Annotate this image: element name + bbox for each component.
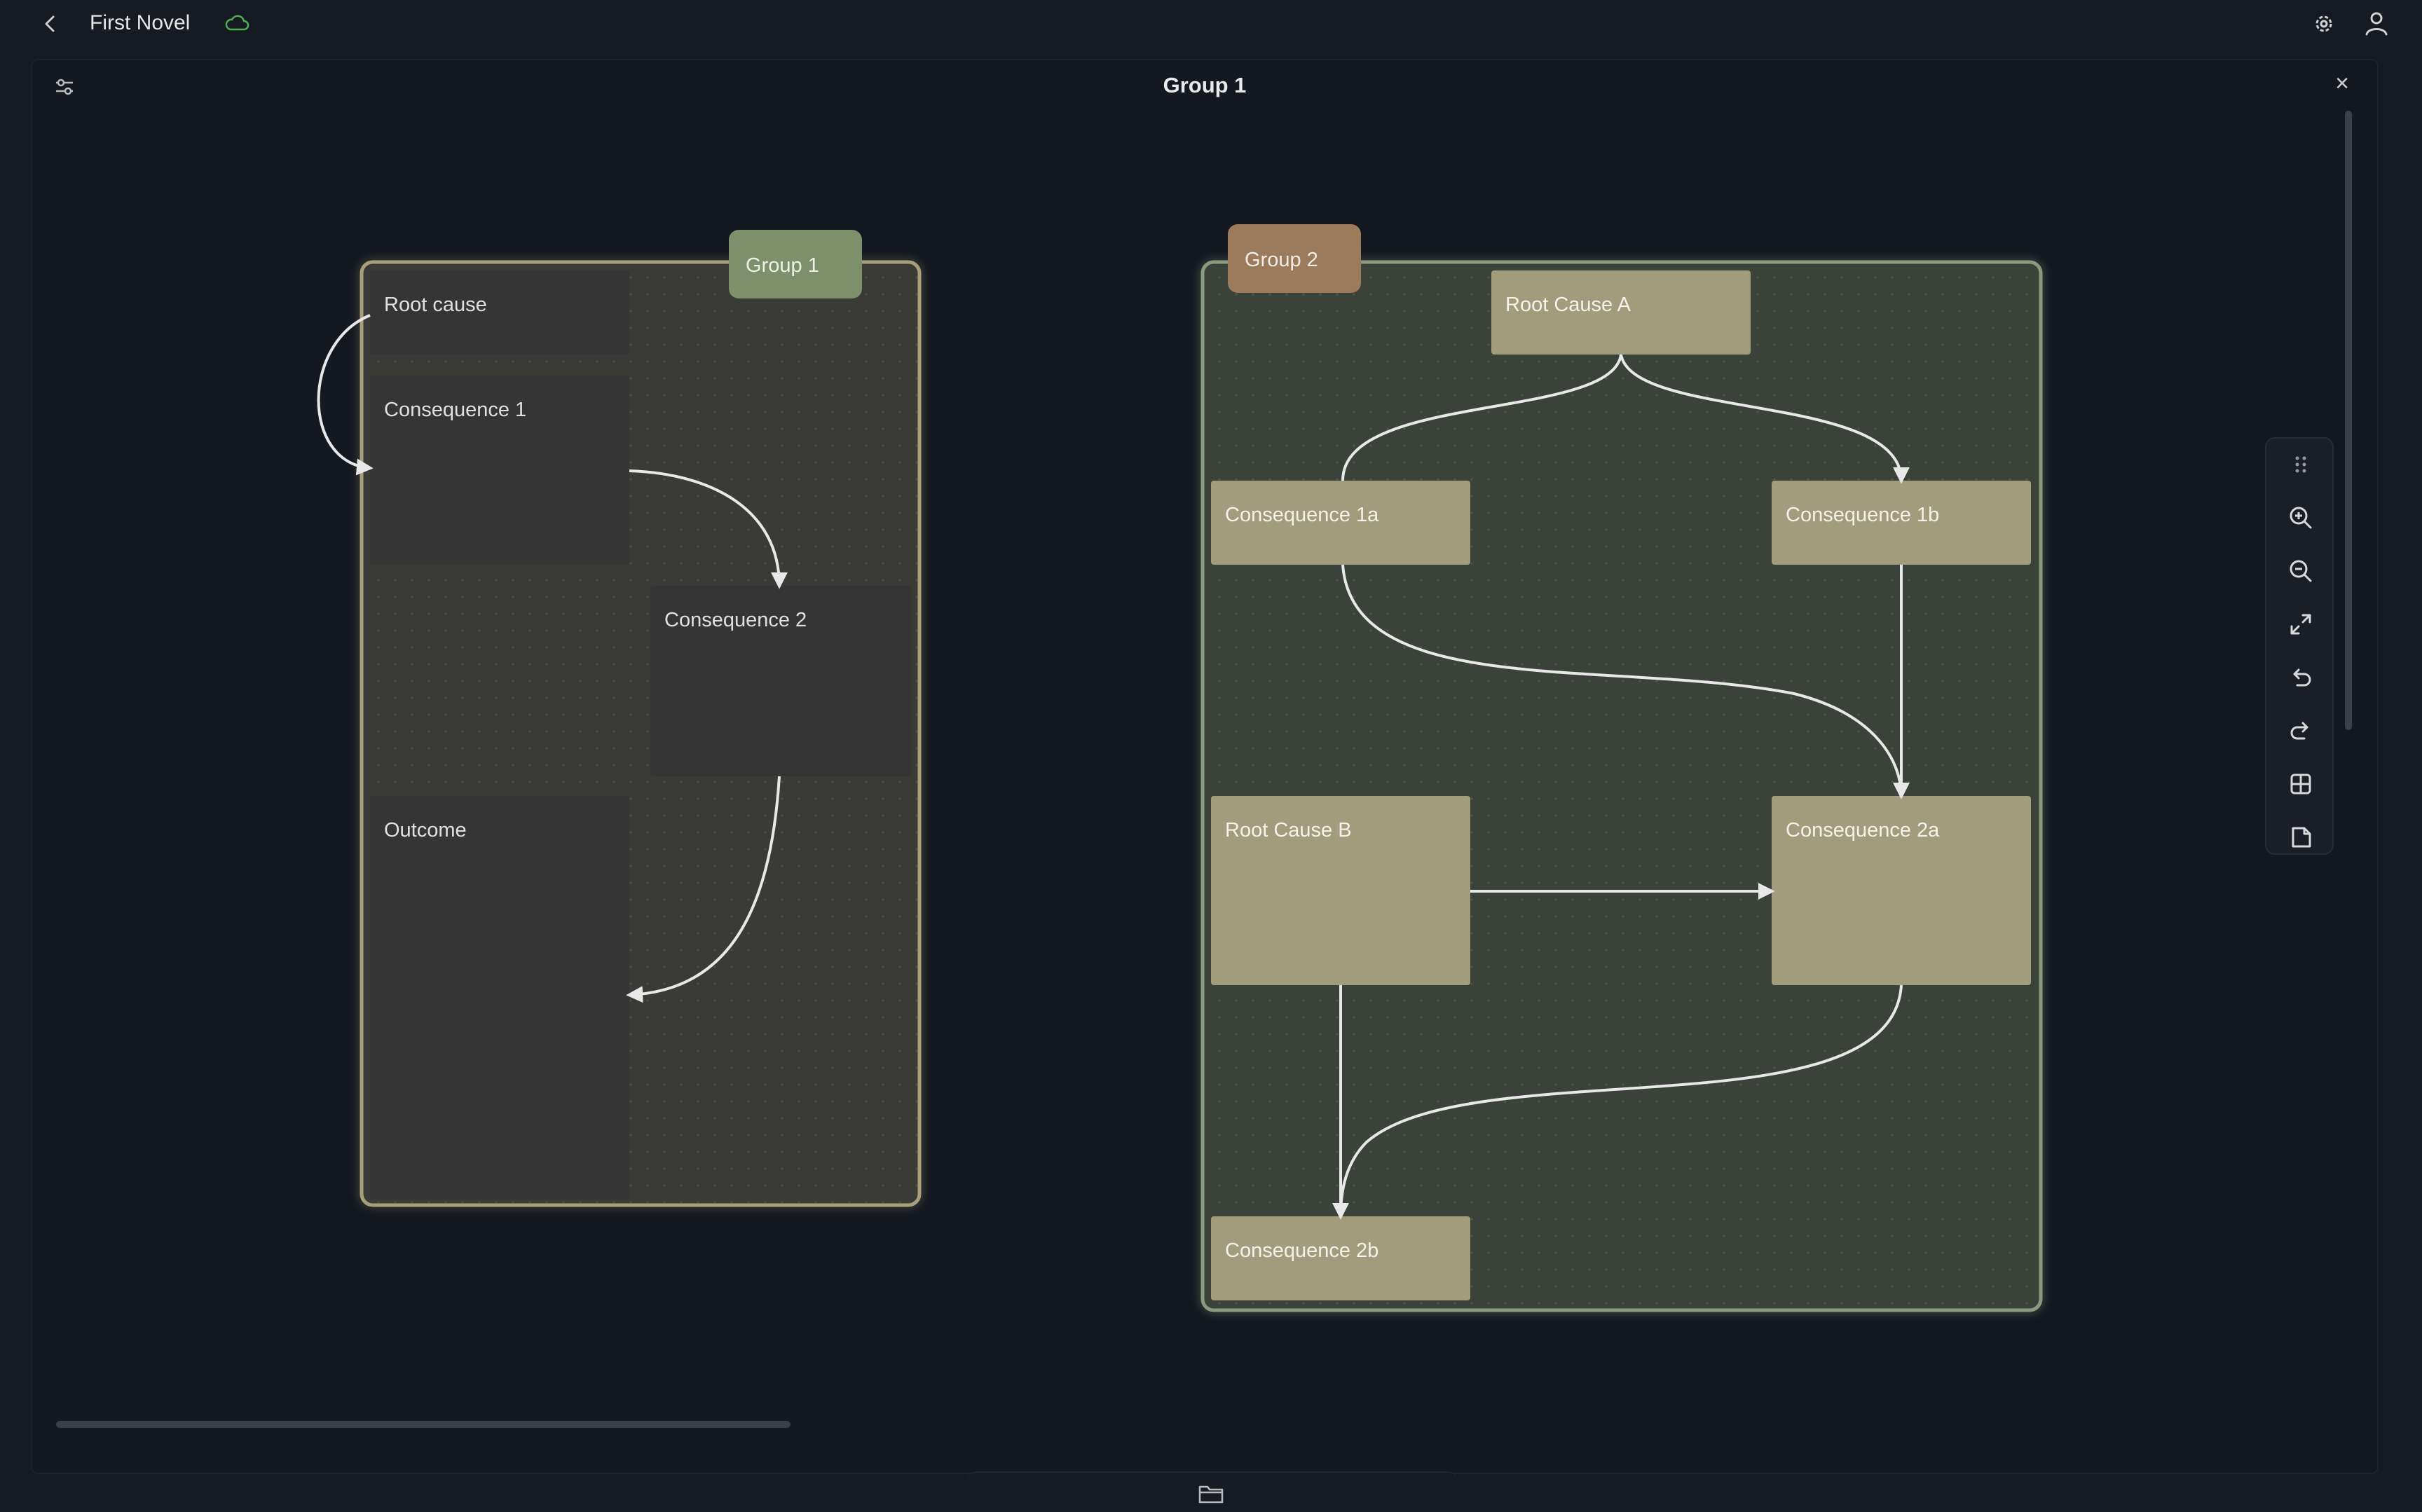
group-1-label: Group 1 xyxy=(746,254,819,277)
whiteboard-canvas[interactable]: Group 1 Root cause Consequence 1 Consequ… xyxy=(0,0,2422,1512)
card-root-cause-b-text: Root Cause B xyxy=(1225,819,1352,841)
folder-icon[interactable] xyxy=(1197,1481,1225,1505)
card-consequence-1b-text: Consequence 1b xyxy=(1786,504,1939,526)
bottom-file-tab[interactable] xyxy=(967,1471,1458,1512)
card-root-cause-text: Root cause xyxy=(384,294,487,316)
card-consequence-2b-text: Consequence 2b xyxy=(1225,1239,1378,1262)
note-icon[interactable] xyxy=(2285,821,2317,853)
grid-icon[interactable] xyxy=(2285,768,2317,800)
zoom-out-icon[interactable] xyxy=(2285,555,2317,587)
redo-icon[interactable] xyxy=(2285,715,2317,747)
drag-handle-icon[interactable] xyxy=(2285,448,2317,481)
card-consequence-2a-text: Consequence 2a xyxy=(1786,819,1940,841)
card-consequence-2-text: Consequence 2 xyxy=(664,609,807,631)
card-consequence-1a-text: Consequence 1a xyxy=(1225,504,1379,526)
zoom-in-icon[interactable] xyxy=(2285,502,2317,534)
undo-icon[interactable] xyxy=(2285,661,2317,694)
fit-screen-icon[interactable] xyxy=(2285,608,2317,640)
card-consequence-1-text: Consequence 1 xyxy=(384,399,526,421)
card-outcome-text: Outcome xyxy=(384,819,467,841)
card-root-cause-a-text: Root Cause A xyxy=(1505,294,1631,316)
canvas-toolbar xyxy=(2265,437,2334,855)
group-2[interactable]: Group 2 Root Cause A Consequence 1a Cons… xyxy=(1199,224,2044,1314)
group-2-label: Group 2 xyxy=(1245,249,1318,271)
card-outcome[interactable] xyxy=(370,796,629,1200)
group-1[interactable]: Group 1 Root cause Consequence 1 Consequ… xyxy=(317,230,923,1209)
